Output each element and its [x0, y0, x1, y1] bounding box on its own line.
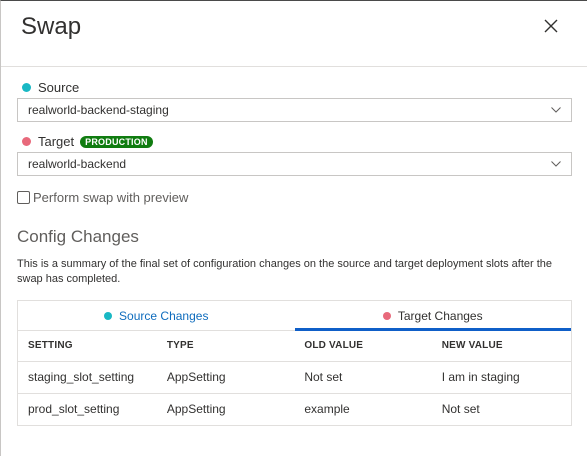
table-header-row: SETTING TYPE OLD VALUE NEW VALUE [18, 331, 571, 362]
changes-table-container: Source Changes Target Changes SETTING TY… [17, 300, 572, 426]
cell-type: AppSetting [166, 402, 226, 417]
target-slot-select[interactable]: realworld-backend [17, 152, 572, 176]
preview-checkbox-label: Perform swap with preview [33, 190, 189, 205]
target-dot-icon [382, 311, 391, 320]
chevron-down-icon [551, 107, 561, 113]
cell-type: AppSetting [156, 361, 295, 394]
source-dot-icon [22, 83, 31, 92]
cell-new-value: I am in staging [431, 361, 571, 394]
table-row: prod_slot_setting AppSetting example Not… [18, 393, 571, 425]
config-changes-title: Config Changes [17, 227, 139, 246]
tab-source-changes[interactable]: Source Changes [18, 301, 295, 330]
swap-panel: Swap Source realworld-backend-staging Ta… [0, 0, 587, 456]
changes-tabs: Source Changes Target Changes [18, 301, 572, 331]
source-label-row: Source [22, 80, 79, 95]
source-slot-value: realworld-backend-staging [28, 103, 169, 117]
panel-header: Swap [1, 1, 587, 67]
column-header-setting: SETTING [18, 331, 157, 362]
panel-title: Swap [21, 13, 82, 40]
preview-checkbox[interactable] [17, 191, 30, 204]
chevron-down-icon [551, 161, 561, 167]
column-header-type: TYPE [156, 331, 295, 362]
cell-setting: staging_slot_setting [18, 361, 157, 394]
source-slot-select[interactable]: realworld-backend-staging [17, 98, 572, 122]
target-slot-value: realworld-backend [28, 157, 127, 171]
cell-new-value: Not set [441, 402, 480, 417]
production-badge: PRODUCTION [80, 135, 153, 148]
table-row: staging_slot_setting AppSetting Not set … [18, 361, 571, 394]
changes-table: SETTING TYPE OLD VALUE NEW VALUE staging… [18, 331, 571, 425]
tab-target-changes-label: Target Changes [397, 308, 483, 323]
tab-source-changes-label: Source Changes [119, 308, 209, 323]
source-dot-icon [104, 311, 113, 320]
target-dot-icon [22, 137, 31, 146]
cell-setting: prod_slot_setting [28, 402, 120, 417]
column-header-new-value: NEW VALUE [431, 331, 571, 362]
target-label-row: Target PRODUCTION [22, 134, 153, 149]
cell-old-value: Not set [294, 361, 432, 394]
close-icon [544, 19, 558, 33]
close-button[interactable] [543, 18, 559, 34]
target-label: Target [38, 134, 75, 149]
config-changes-description: This is a summary of the final set of co… [17, 258, 553, 285]
source-label: Source [38, 80, 80, 95]
tab-target-changes[interactable]: Target Changes [294, 301, 572, 331]
preview-checkbox-row[interactable]: Perform swap with preview [17, 190, 188, 205]
column-header-old-value: OLD VALUE [294, 331, 432, 362]
cell-old-value: example [304, 402, 350, 417]
